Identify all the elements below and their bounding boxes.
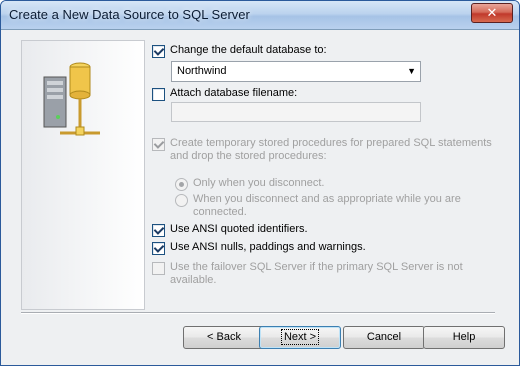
help-button[interactable]: Help — [423, 326, 505, 349]
database-combo[interactable]: Northwind ▼ — [171, 61, 421, 82]
failover-label: Use the failover SQL Server if the prima… — [170, 261, 463, 286]
dialog-client-area: Change the default database to: Northwin… — [7, 30, 511, 358]
radio-only-disconnect-label: Only when you disconnect. — [193, 177, 325, 189]
attach-db-label: Attach database filename: — [170, 87, 298, 99]
close-icon: ✕ — [486, 5, 498, 20]
failover-option[interactable]: Use the failover SQL Server if the prima… — [152, 261, 472, 287]
radio-disconnect-appropriate-label: When you disconnect and as appropriate w… — [193, 193, 461, 218]
chevron-down-icon: ▼ — [407, 66, 416, 76]
radio-only-disconnect-option[interactable]: Only when you disconnect. — [175, 177, 324, 191]
attach-db-option[interactable]: Attach database filename: — [152, 87, 297, 101]
button-separator — [21, 312, 495, 314]
cancel-button[interactable]: Cancel — [343, 326, 425, 349]
create-temp-procs-checkbox[interactable] — [152, 138, 165, 151]
radio-disconnect-appropriate-option[interactable]: When you disconnect and as appropriate w… — [175, 193, 475, 219]
change-default-db-checkbox[interactable] — [152, 45, 165, 58]
window-title: Create a New Data Source to SQL Server — [9, 7, 250, 22]
database-combo-value: Northwind — [177, 65, 227, 77]
attach-db-filename-field[interactable] — [171, 102, 421, 122]
dialog-window: Create a New Data Source to SQL Server ✕ — [0, 0, 520, 366]
next-button[interactable]: Next > — [259, 326, 341, 349]
back-button[interactable]: < Back — [183, 326, 265, 349]
ansi-quoted-identifiers-checkbox[interactable] — [152, 224, 165, 237]
ansi-quoted-identifiers-label: Use ANSI quoted identifiers. — [170, 223, 308, 235]
change-default-db-label: Change the default database to: — [170, 44, 327, 56]
radio-disconnect-appropriate[interactable] — [175, 194, 188, 207]
next-button-label: Next > — [280, 329, 320, 345]
database-server-icon — [43, 62, 100, 136]
ansi-nulls-label: Use ANSI nulls, paddings and warnings. — [170, 241, 366, 253]
create-temp-procs-option[interactable]: Create temporary stored procedures for p… — [152, 137, 502, 163]
failover-checkbox[interactable] — [152, 262, 165, 275]
ansi-quoted-identifiers-option[interactable]: Use ANSI quoted identifiers. — [152, 223, 308, 237]
close-button[interactable]: ✕ — [471, 3, 513, 23]
title-bar[interactable]: Create a New Data Source to SQL Server ✕ — [1, 1, 519, 30]
create-temp-procs-label: Create temporary stored procedures for p… — [170, 137, 492, 162]
ansi-nulls-checkbox[interactable] — [152, 242, 165, 255]
ansi-nulls-option[interactable]: Use ANSI nulls, paddings and warnings. — [152, 241, 366, 255]
attach-db-checkbox[interactable] — [152, 88, 165, 101]
change-default-db-option[interactable]: Change the default database to: — [152, 44, 327, 58]
radio-only-disconnect[interactable] — [175, 178, 188, 191]
illustration-panel — [21, 40, 145, 310]
